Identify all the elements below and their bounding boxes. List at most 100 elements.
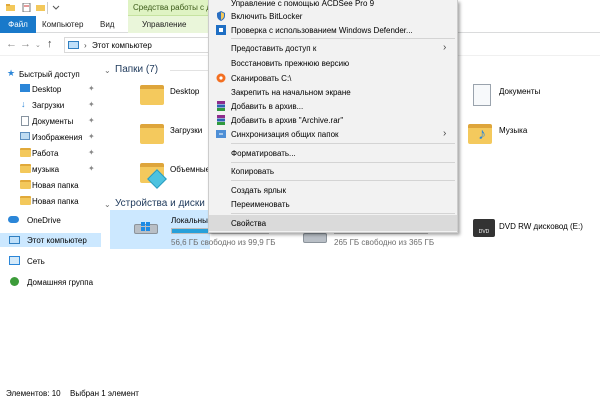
nav-label: Изображения: [32, 133, 83, 142]
desktop-icon: [20, 84, 30, 92]
nav-label: OneDrive: [27, 216, 61, 225]
menu-item-label: Переименовать: [231, 200, 290, 209]
chevron-right-icon: ›: [443, 128, 447, 139]
menu-item-label: Создать ярлык: [231, 186, 287, 195]
computer-icon: [68, 41, 79, 49]
tab-manage[interactable]: Управление: [128, 16, 208, 33]
menu-separator: [231, 180, 455, 181]
menu-item-label: Свойства: [231, 219, 267, 228]
winrar-icon: [217, 101, 225, 111]
drive-label: Локальный: [171, 216, 213, 225]
properties-icon[interactable]: [22, 3, 31, 12]
new-folder-icon[interactable]: [36, 3, 45, 12]
menu-item-label: Закрепить на начальном экране: [231, 88, 351, 97]
nav-label: Сеть: [27, 257, 45, 266]
menu-item-properties[interactable]: Свойства: [209, 215, 457, 231]
nav-item-downloads[interactable]: ↓ Загрузки ✦: [0, 98, 101, 112]
music-note-icon: ♪: [478, 126, 486, 143]
folders-group-header[interactable]: Папки (7): [115, 64, 158, 75]
address-bar[interactable]: › Этот компьютер: [64, 37, 214, 53]
status-bar: Элементов: 10 Выбран 1 элемент: [0, 386, 600, 401]
sync-icon: [216, 130, 226, 138]
tab-computer[interactable]: Компьютер: [42, 16, 83, 33]
folder-icon: [20, 196, 31, 205]
menu-item-label: Добавить в архив "Archive.rar": [231, 116, 344, 125]
drives-group-header[interactable]: Устройства и диски (3): [115, 198, 220, 209]
nav-label: Загрузки: [32, 101, 65, 110]
forward-arrow-icon[interactable]: →: [20, 38, 31, 50]
drive-free-space: 265 ГБ свободно из 365 ГБ: [334, 238, 435, 247]
drive-label: DVD RW дисковод (E:): [499, 222, 583, 231]
folder-icon: [20, 164, 31, 173]
nav-label: Новая папка: [32, 197, 79, 206]
documents-icon: [21, 116, 29, 126]
menu-item-share-with[interactable]: Предоставить доступ к ›: [209, 40, 457, 56]
menu-item-rename[interactable]: Переименовать: [209, 196, 457, 212]
nav-label: Этот компьютер: [27, 236, 87, 245]
nav-item-new-folder-1[interactable]: Новая папка: [0, 178, 101, 192]
network-icon: [9, 256, 20, 265]
menu-item-label: Предоставить доступ к: [231, 44, 317, 53]
winrar-icon: [217, 115, 225, 125]
folder-label: Музыка: [499, 126, 528, 135]
nav-item-documents[interactable]: Документы ✦: [0, 114, 101, 128]
nav-item-desktop[interactable]: Desktop ✦: [0, 82, 101, 96]
folder-label: Desktop: [170, 87, 200, 96]
cloud-icon: [8, 216, 19, 223]
chevron-right-icon[interactable]: ›: [84, 41, 87, 50]
nav-item-new-folder-2[interactable]: Новая папка: [0, 194, 101, 208]
menu-item-label: Сканировать C:\: [231, 74, 292, 83]
folder-icon: [20, 148, 31, 157]
quick-access-dropdown-icon[interactable]: [52, 3, 60, 12]
nav-item-homegroup[interactable]: Домашняя группа: [0, 275, 101, 289]
nav-label: Desktop: [32, 85, 62, 94]
folder-label: Объемные: [170, 165, 211, 174]
menu-item-sync-folders[interactable]: Синхронизация общих папок ›: [209, 126, 457, 142]
explorer-icon: [6, 4, 15, 11]
folder-label: Загрузки: [170, 126, 203, 135]
chevron-down-icon[interactable]: ⌄: [104, 200, 111, 209]
chevron-down-icon[interactable]: ⌄: [104, 66, 111, 75]
menu-item-label: Управление с помощью ACDSee Pro 9: [231, 0, 375, 8]
title-separator: [47, 2, 48, 14]
nav-item-onedrive[interactable]: OneDrive: [0, 213, 101, 227]
nav-item-quick-access[interactable]: ★ Быстрый доступ: [0, 67, 101, 81]
recent-locations-icon[interactable]: ⌄: [35, 40, 41, 52]
back-arrow-icon[interactable]: ←: [6, 38, 17, 50]
up-arrow-icon[interactable]: ↑: [47, 38, 53, 50]
hard-drive-icon: [303, 233, 327, 243]
menu-item-label: Восстановить прежнюю версию: [231, 59, 350, 68]
documents-icon: [473, 84, 491, 106]
menu-item-defender[interactable]: Проверка с использованием Windows Defend…: [209, 22, 457, 38]
pin-icon: ✦: [88, 132, 95, 141]
nav-item-music[interactable]: музыка ✦: [0, 162, 101, 176]
menu-item-label: Форматировать...: [231, 149, 296, 158]
menu-separator: [231, 38, 455, 39]
nav-label: Работа: [32, 149, 59, 158]
menu-item-copy[interactable]: Копировать: [209, 163, 457, 179]
menu-item-label: Проверка с использованием Windows Defend…: [231, 26, 413, 35]
windows-logo-icon: [141, 222, 150, 231]
folder-icon: [140, 124, 164, 144]
nav-item-network[interactable]: Сеть: [0, 254, 101, 268]
nav-label: Новая папка: [32, 181, 79, 190]
tab-view[interactable]: Вид: [100, 16, 114, 33]
folder-icon: [140, 85, 164, 105]
tab-file[interactable]: Файл: [0, 16, 36, 33]
nav-label: Документы: [32, 117, 74, 126]
address-path: Этот компьютер: [92, 41, 152, 50]
item-count: Элементов: 10: [6, 389, 61, 398]
nav-item-images[interactable]: Изображения ✦: [0, 130, 101, 144]
menu-item-format[interactable]: Форматировать...: [209, 145, 457, 161]
drive-free-space: 56,6 ГБ свободно из 99,9 ГБ: [171, 238, 276, 247]
menu-item-label: Синхронизация общих папок: [231, 130, 339, 139]
menu-item-restore-version[interactable]: Восстановить прежнюю версию: [209, 55, 457, 71]
defender-icon: [216, 25, 226, 35]
nav-item-work[interactable]: Работа ✦: [0, 146, 101, 160]
star-icon: ★: [7, 68, 16, 78]
folder-icon: [20, 180, 31, 189]
nav-item-this-pc[interactable]: Этот компьютер: [0, 233, 101, 247]
images-icon: [20, 132, 30, 140]
menu-separator: [231, 143, 455, 144]
download-icon: ↓: [21, 99, 26, 109]
